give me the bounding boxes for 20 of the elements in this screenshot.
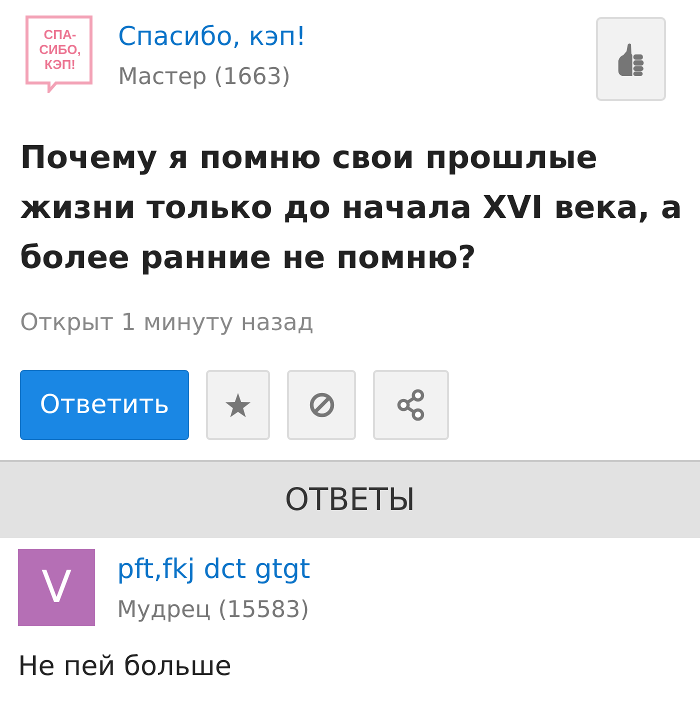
star-icon [225, 392, 251, 418]
question-title: Почему я помню свои прошлые жизни только до начала XVI века, а более ранние не помню? [20, 139, 684, 278]
author-rank: Мастер (1663) [118, 63, 291, 92]
thumbs-up-icon [618, 42, 644, 76]
question-time: Открыт 1 минуту назад [20, 309, 315, 335]
favorite-button[interactable] [206, 370, 270, 440]
reply-button[interactable]: Ответить [20, 370, 189, 440]
like-button[interactable] [596, 17, 666, 101]
answer-text: Не пей больше [18, 652, 233, 682]
share-icon [397, 389, 425, 421]
answer-author-rank: Мудрец (15583) [117, 596, 310, 625]
logo-text: СПА- СИБО, КЭП! [38, 27, 82, 72]
answers-header: ОТВЕТЫ [0, 460, 700, 538]
author-name-link[interactable]: Спасибо, кэп! [118, 21, 306, 53]
share-button[interactable] [373, 370, 449, 440]
speech-bubble-icon [25, 15, 95, 93]
blocked-icon [308, 392, 334, 418]
answer-author-link[interactable]: pft,fkj dct gtgt [117, 554, 310, 586]
user-avatar[interactable]: V [18, 549, 95, 626]
block-button[interactable] [287, 370, 356, 440]
